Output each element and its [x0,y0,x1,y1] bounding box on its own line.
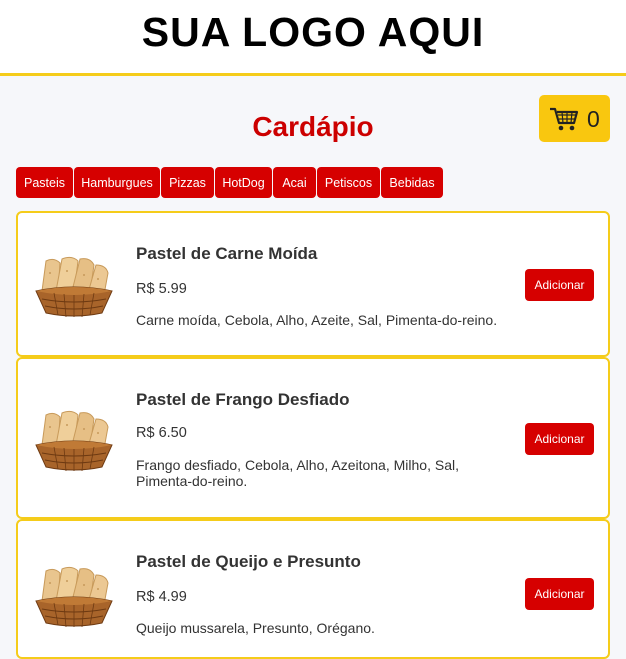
category-nav: Pasteis Hamburgues Pizzas HotDog Acai Pe… [16,167,443,198]
logo: SUA LOGO AQUI [141,9,485,55]
add-button[interactable]: Adicionar [525,578,594,610]
add-button[interactable]: Adicionar [525,269,594,301]
shopping-cart-icon [550,107,579,131]
product-name: Pastel de Carne Moída [136,244,318,263]
product-image [34,253,114,321]
cart-count: 0 [587,106,600,132]
product-card: Pastel de Queijo e Presunto R$ 4.99 Quei… [16,519,610,659]
category-hamburgues[interactable]: Hamburgues [74,167,160,198]
category-acai[interactable]: Acai [273,167,316,198]
product-price: R$ 5.99 [136,281,187,297]
product-name: Pastel de Queijo e Presunto [136,552,361,571]
cart-button[interactable]: 0 [539,95,610,142]
product-image [34,563,114,631]
category-hotdog[interactable]: HotDog [215,167,272,198]
category-pizzas[interactable]: Pizzas [161,167,214,198]
page-title: Cardápio [252,111,374,142]
product-price: R$ 6.50 [136,425,187,441]
product-description: Carne moída, Cebola, Alho, Azeite, Sal, … [136,312,498,328]
category-petiscos[interactable]: Petiscos [317,167,380,198]
product-description: Frango desfiado, Cebola, Alho, Azeitona,… [136,457,459,489]
product-card: Pastel de Frango Desfiado R$ 6.50 Frango… [16,357,610,519]
product-description: Queijo mussarela, Presunto, Orégano. [136,620,375,636]
add-button[interactable]: Adicionar [525,423,594,455]
category-bebidas[interactable]: Bebidas [381,167,443,198]
product-image [34,407,114,475]
product-price: R$ 4.99 [136,589,187,605]
product-name: Pastel de Frango Desfiado [136,390,350,409]
header: SUA LOGO AQUI [0,0,626,76]
product-card: Pastel de Carne Moída R$ 5.99 Carne moíd… [16,211,610,357]
category-pasteis[interactable]: Pasteis [16,167,73,198]
